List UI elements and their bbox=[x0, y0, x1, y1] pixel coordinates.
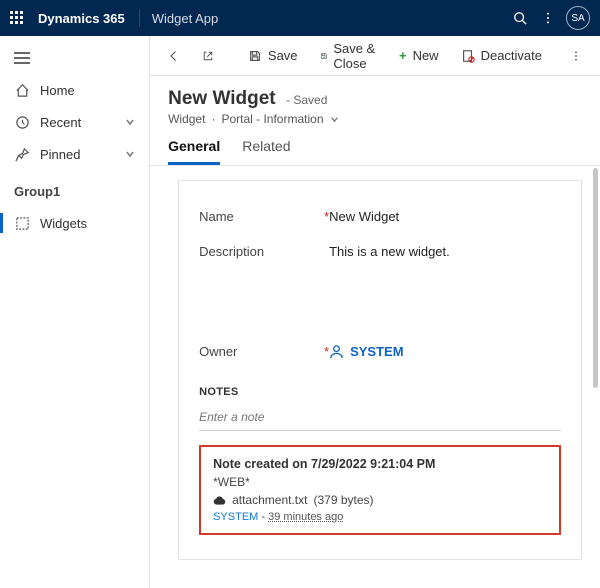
note-title: Note created on 7/29/2022 9:21:04 PM bbox=[213, 457, 547, 471]
sidebar-item-recent[interactable]: Recent bbox=[0, 106, 149, 138]
hamburger-icon[interactable] bbox=[0, 42, 149, 74]
cloud-icon bbox=[213, 495, 226, 506]
name-value: New Widget bbox=[329, 209, 561, 224]
topbar-divider bbox=[139, 9, 140, 27]
description-label: Description bbox=[199, 244, 264, 259]
attachment-size: (379 bytes) bbox=[313, 493, 373, 507]
deactivate-button[interactable]: Deactivate bbox=[453, 44, 550, 67]
scrollbar[interactable] bbox=[593, 168, 598, 388]
sidebar-group-text: Group1 bbox=[14, 184, 60, 199]
name-label: Name bbox=[199, 209, 234, 224]
note-meta: SYSTEM - 39 minutes ago bbox=[213, 511, 547, 523]
new-button[interactable]: + New bbox=[391, 44, 447, 67]
popout-button[interactable] bbox=[194, 45, 222, 67]
chevron-down-icon bbox=[125, 117, 135, 127]
field-owner[interactable]: Owner * SYSTEM bbox=[199, 334, 561, 372]
home-icon bbox=[14, 82, 30, 98]
global-topbar: Dynamics 365 Widget App SA bbox=[0, 0, 600, 36]
tab-related[interactable]: Related bbox=[242, 138, 290, 165]
save-button[interactable]: Save bbox=[240, 44, 306, 67]
saved-indicator: - Saved bbox=[286, 93, 327, 107]
overflow-button[interactable] bbox=[562, 45, 590, 67]
widgets-icon bbox=[14, 215, 30, 231]
note-input[interactable] bbox=[199, 404, 561, 431]
save-close-label: Save & Close bbox=[333, 41, 377, 71]
plus-icon: + bbox=[399, 48, 407, 63]
form-card: Name * New Widget Description This is a … bbox=[178, 180, 582, 560]
more-icon[interactable] bbox=[534, 4, 562, 32]
record-header: New Widget - Saved Widget · Portal - Inf… bbox=[150, 76, 600, 126]
clock-icon bbox=[14, 114, 30, 130]
new-label: New bbox=[413, 48, 439, 63]
field-name[interactable]: Name * New Widget bbox=[199, 199, 561, 234]
command-bar: Save Save & Close + New Deactivate bbox=[150, 36, 600, 76]
note-time: 39 minutes ago bbox=[268, 511, 343, 523]
description-value: This is a new widget. bbox=[329, 244, 561, 259]
field-description[interactable]: Description This is a new widget. bbox=[199, 234, 561, 334]
main-area: Save Save & Close + New Deactivate New W… bbox=[150, 36, 600, 588]
sidebar-item-label: Home bbox=[40, 83, 75, 98]
pin-icon bbox=[14, 146, 30, 162]
sidebar-group-label: Group1 bbox=[0, 170, 149, 207]
owner-value[interactable]: SYSTEM bbox=[329, 344, 403, 359]
sidebar: Home Recent Pinned Group1 bbox=[0, 36, 150, 588]
user-avatar[interactable]: SA bbox=[566, 6, 590, 30]
form-selector[interactable]: Portal - Information bbox=[221, 112, 323, 126]
attachment-name: attachment.txt bbox=[232, 493, 307, 507]
search-icon[interactable] bbox=[506, 4, 534, 32]
note-web-tag: *WEB* bbox=[213, 475, 547, 489]
save-close-button[interactable]: Save & Close bbox=[312, 37, 385, 75]
record-title: New Widget bbox=[168, 88, 276, 109]
sidebar-item-label: Widgets bbox=[40, 216, 87, 231]
sidebar-item-label: Recent bbox=[40, 115, 81, 130]
app-name: Widget App bbox=[152, 11, 219, 26]
chevron-down-icon bbox=[330, 115, 339, 124]
notes-heading: NOTES bbox=[199, 386, 561, 398]
sidebar-item-label: Pinned bbox=[40, 147, 80, 162]
form-body: Name * New Widget Description This is a … bbox=[150, 166, 600, 588]
back-button[interactable] bbox=[160, 45, 188, 67]
sidebar-item-home[interactable]: Home bbox=[0, 74, 149, 106]
brand-label: Dynamics 365 bbox=[38, 11, 125, 26]
app-launcher-icon[interactable] bbox=[10, 11, 24, 25]
note-item[interactable]: Note created on 7/29/2022 9:21:04 PM *WE… bbox=[199, 445, 561, 535]
sidebar-item-widgets[interactable]: Widgets bbox=[0, 207, 149, 239]
chevron-down-icon bbox=[125, 149, 135, 159]
owner-label: Owner bbox=[199, 344, 237, 359]
save-label: Save bbox=[268, 48, 298, 63]
tab-general[interactable]: General bbox=[168, 138, 220, 165]
note-attachment[interactable]: attachment.txt (379 bytes) bbox=[213, 493, 547, 507]
entity-name: Widget bbox=[168, 112, 205, 126]
deactivate-label: Deactivate bbox=[481, 48, 542, 63]
sidebar-item-pinned[interactable]: Pinned bbox=[0, 138, 149, 170]
form-tabs: General Related bbox=[150, 126, 600, 166]
note-author[interactable]: SYSTEM bbox=[213, 511, 258, 523]
person-icon bbox=[329, 344, 344, 359]
